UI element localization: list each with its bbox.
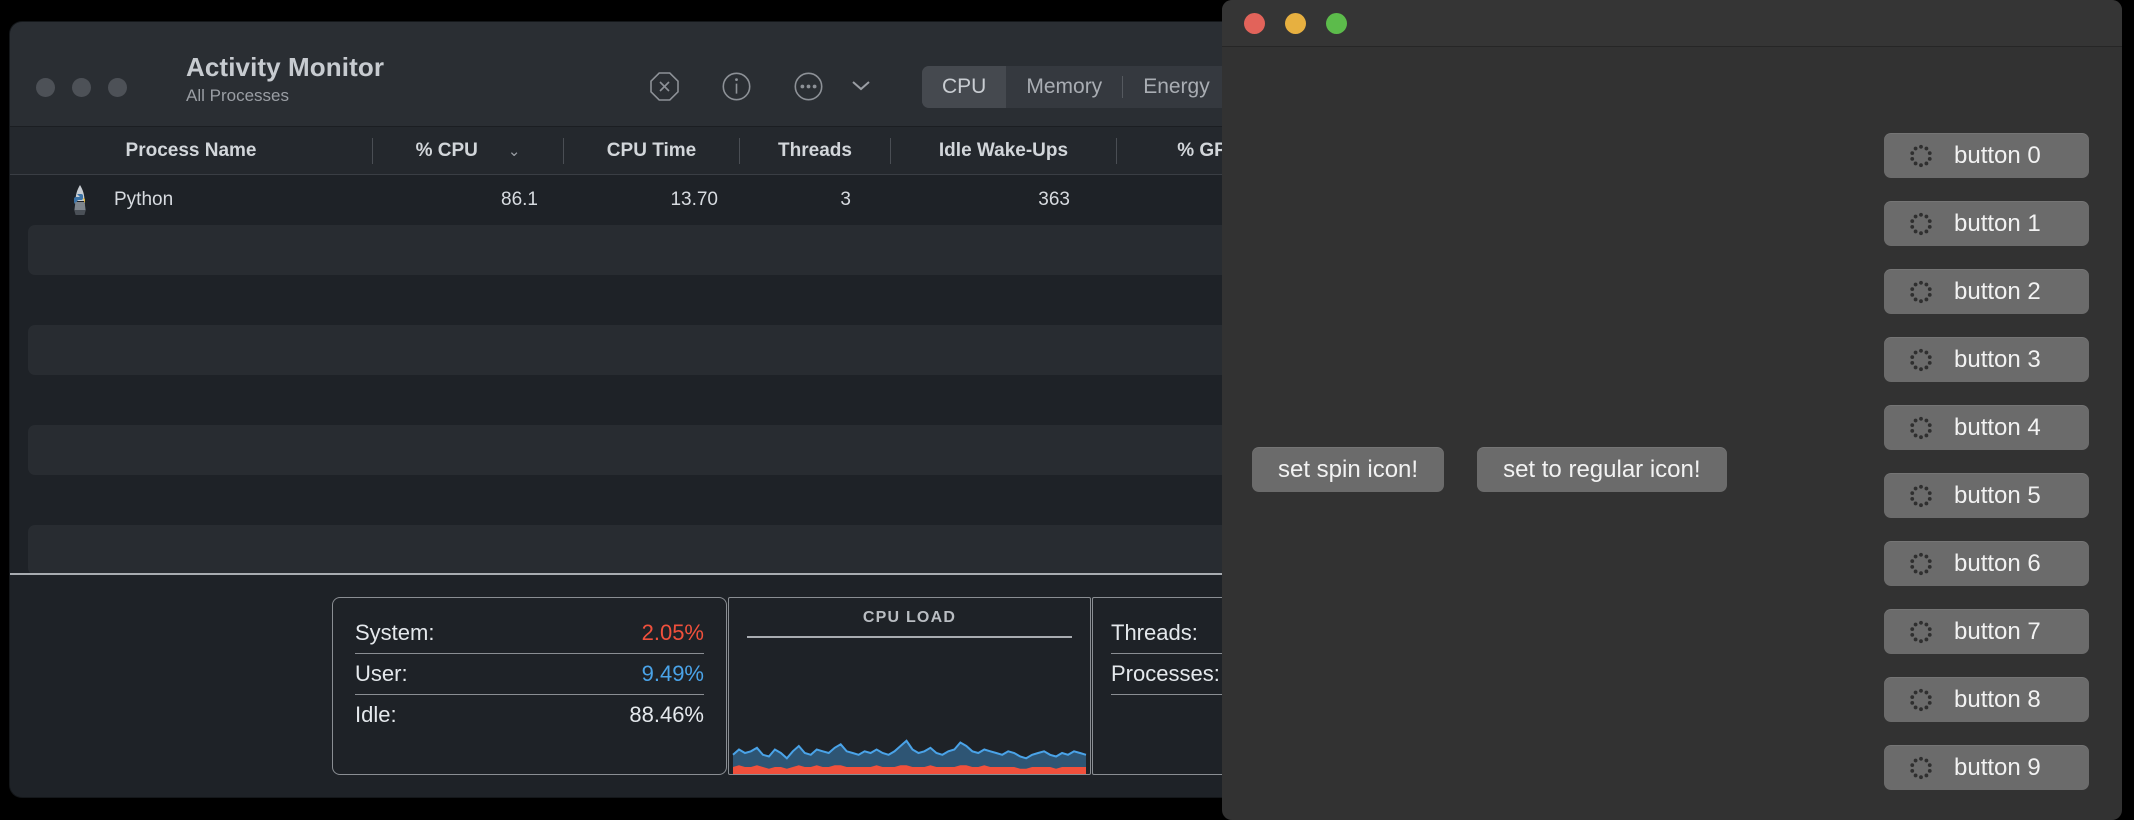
spinner-icon: [1910, 688, 1932, 711]
spinner-icon: [1910, 280, 1932, 303]
spin-button-label: button 4: [1954, 413, 2041, 441]
stat-label: User:: [355, 661, 408, 686]
close-button[interactable]: [36, 78, 55, 97]
stat-row-user: User: 9.49%: [355, 654, 704, 695]
chevron-down-icon[interactable]: [850, 77, 872, 97]
app-window-titlebar[interactable]: [1222, 0, 2122, 47]
spinner-icon: [1910, 756, 1932, 779]
set-spin-icon-button[interactable]: set spin icon!: [1252, 447, 1445, 492]
spin-button-1[interactable]: button 1: [1884, 201, 2089, 246]
python-icon: [74, 185, 86, 215]
spin-button-8[interactable]: button 8: [1884, 677, 2089, 722]
column-label: Process Name: [125, 139, 257, 161]
spin-button-5[interactable]: button 5: [1884, 473, 2089, 518]
spin-button-label: button 0: [1954, 141, 2041, 169]
spinner-icon: [1910, 416, 1932, 439]
spin-button-7[interactable]: button 7: [1884, 609, 2089, 654]
spin-button-9[interactable]: button 9: [1884, 745, 2089, 790]
spinner-icon: [1910, 552, 1932, 575]
column-label: Threads: [778, 139, 852, 161]
octagon-x-icon[interactable]: [648, 70, 681, 103]
window-controls[interactable]: [36, 78, 127, 97]
stat-value: 9.49%: [641, 661, 704, 686]
page-subtitle: All Processes: [186, 86, 289, 106]
spin-button-3[interactable]: button 3: [1884, 337, 2089, 382]
tab-cpu[interactable]: CPU: [922, 66, 1007, 108]
column-label: CPU Time: [606, 139, 697, 161]
spinner-icon: [1910, 212, 1932, 235]
spinner-icon: [1910, 620, 1932, 643]
spin-button-label: button 7: [1954, 617, 2041, 645]
column-label: % GP: [1177, 139, 1227, 161]
ellipsis-circle-icon[interactable]: [792, 70, 825, 103]
set-regular-icon-button[interactable]: set to regular icon!: [1477, 447, 1727, 492]
cpu-load-graph-title: CPU LOAD: [862, 609, 957, 626]
maximize-button[interactable]: [1326, 12, 1347, 34]
spin-button-list: button 0 button 1 button 2 button 3 button 4…: [1884, 133, 2089, 790]
column-header-process-name[interactable]: Process Name: [10, 127, 372, 174]
column-header-cpu[interactable]: % CPU ⌄: [373, 127, 563, 174]
process-name-label: Python: [114, 189, 174, 210]
page-title: Activity Monitor: [186, 52, 385, 82]
spin-button-label: button 5: [1954, 481, 2041, 509]
spin-button-2[interactable]: button 2: [1884, 269, 2089, 314]
spin-button-6[interactable]: button 6: [1884, 541, 2089, 586]
window-title-block: Activity Monitor All Processes: [186, 52, 385, 106]
column-label: Idle Wake-Ups: [938, 139, 1069, 161]
minimize-button[interactable]: [72, 78, 91, 97]
close-button[interactable]: [1244, 12, 1265, 34]
cell-cpu: 86.1: [501, 189, 538, 210]
maximize-button[interactable]: [108, 78, 127, 97]
stat-row-idle: Idle: 88.46%: [355, 695, 704, 735]
stat-value: 2.05%: [641, 620, 704, 645]
spin-button-label: button 2: [1954, 277, 2041, 305]
minimize-button[interactable]: [1285, 12, 1306, 34]
spin-button-4[interactable]: button 4: [1884, 405, 2089, 450]
tab-memory[interactable]: Memory: [1006, 66, 1122, 108]
column-header-threads[interactable]: Threads: [740, 127, 890, 174]
app-window-content: set spin icon! set to regular icon! butt…: [1222, 47, 2122, 820]
stat-row-system: System: 2.05%: [355, 613, 704, 654]
stat-label: Processes:: [1111, 661, 1220, 686]
toolbar[interactable]: [648, 70, 872, 103]
column-header-idle-wake-ups[interactable]: Idle Wake-Ups: [891, 127, 1116, 174]
cell-process-name: Python: [28, 175, 372, 225]
icon-control-buttons: set spin icon! set to regular icon!: [1252, 447, 1727, 492]
tab-cpu-label: CPU: [942, 75, 987, 98]
spinner-icon: [1910, 144, 1932, 167]
stat-label: Threads:: [1111, 620, 1198, 645]
tab-energy[interactable]: Energy: [1123, 66, 1230, 108]
view-tabs[interactable]: CPU Memory Energy: [922, 66, 1230, 108]
tab-energy-label: Energy: [1143, 75, 1210, 98]
info-circle-icon[interactable]: [720, 70, 753, 103]
spinner-icon: [1910, 348, 1932, 371]
app-window[interactable]: set spin icon! set to regular icon! butt…: [1222, 0, 2122, 820]
tab-memory-label: Memory: [1026, 75, 1103, 98]
column-label: % CPU: [415, 139, 478, 161]
spinner-icon: [1910, 484, 1932, 507]
cpu-load-chart: [732, 739, 1087, 774]
cell-idle-wake-ups: 363: [1038, 189, 1070, 210]
stat-label: System:: [355, 620, 435, 645]
cell-cpu-time: 13.70: [670, 189, 718, 210]
graph-divider: [747, 636, 1072, 638]
stat-value: 88.46%: [629, 702, 704, 727]
spin-button-label: button 6: [1954, 549, 2041, 577]
spin-button-0[interactable]: button 0: [1884, 133, 2089, 178]
cpu-load-graph: CPU LOAD: [728, 597, 1091, 775]
spin-button-label: button 1: [1954, 209, 2041, 237]
stat-label: Idle:: [355, 702, 397, 727]
cell-threads: 3: [840, 189, 851, 210]
spin-button-label: button 3: [1954, 345, 2041, 373]
sort-descending-icon[interactable]: ⌄: [508, 142, 521, 160]
column-header-cpu-time[interactable]: CPU Time: [564, 127, 739, 174]
spin-button-label: button 9: [1954, 753, 2041, 781]
spin-button-label: button 8: [1954, 685, 2041, 713]
cpu-usage-stats: System: 2.05% User: 9.49% Idle: 88.46%: [332, 597, 727, 775]
